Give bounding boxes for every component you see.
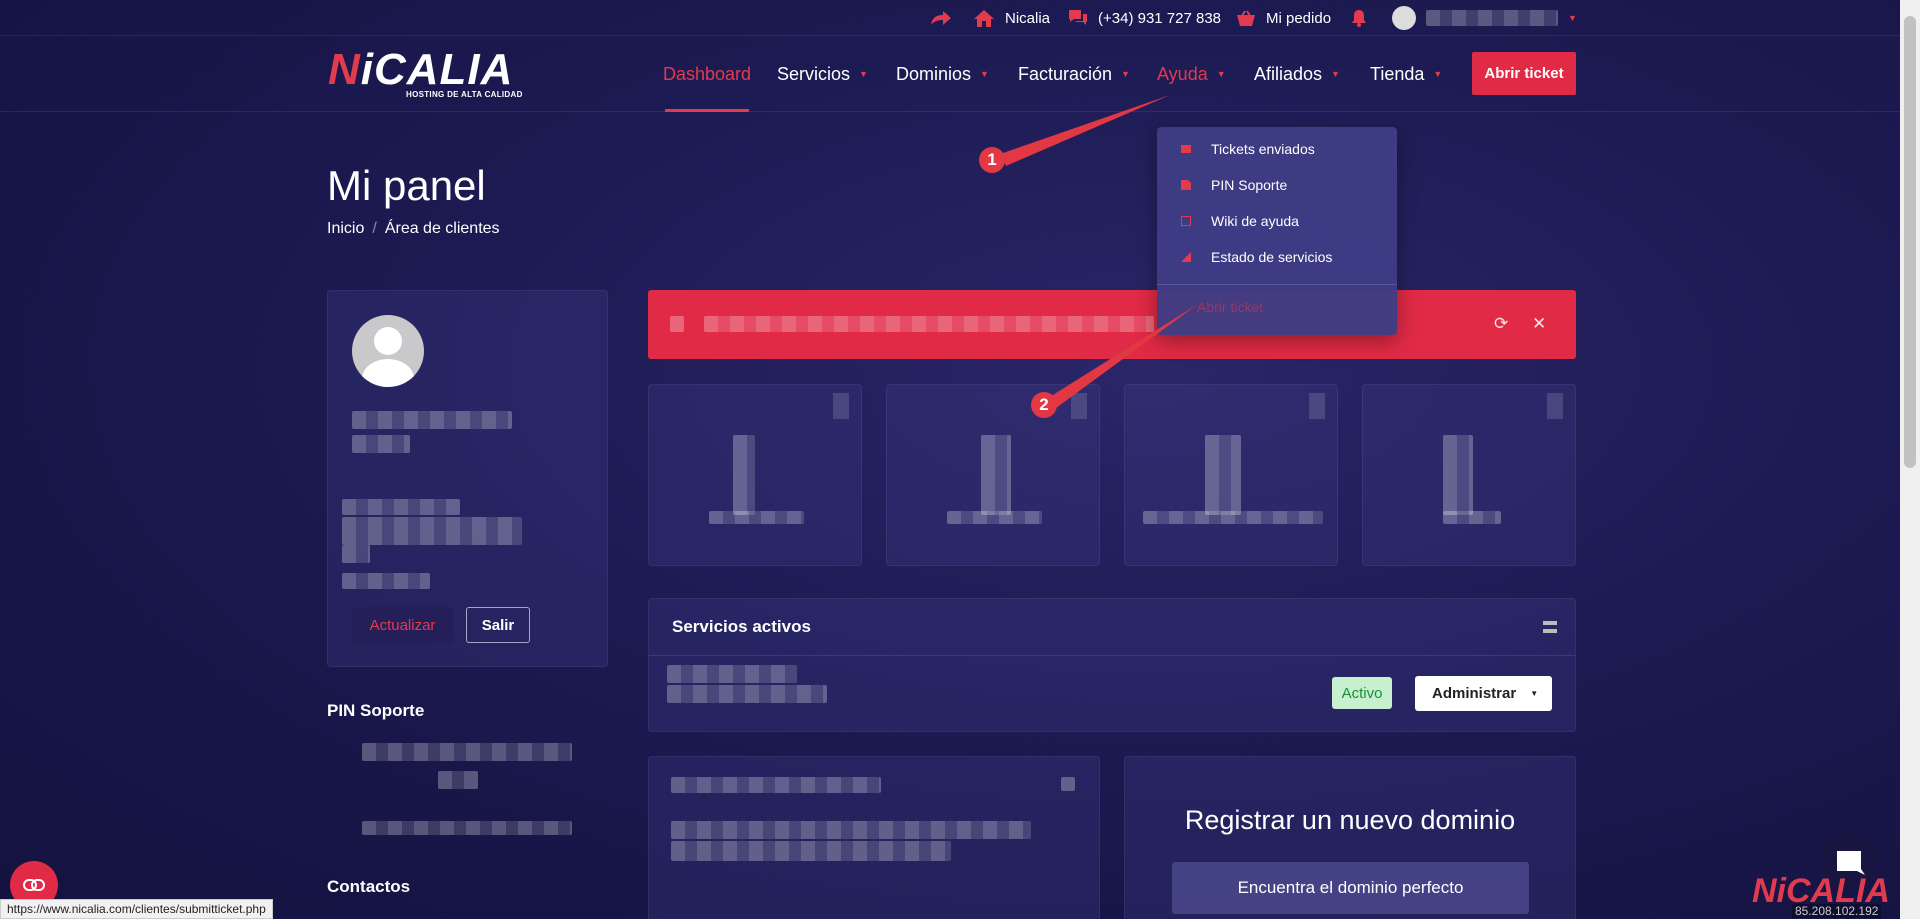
annotation-arrow-2 xyxy=(1048,304,1198,408)
annotation-marker-1: 1 xyxy=(979,147,1005,173)
annotation-arrows xyxy=(1000,95,1198,408)
ip-address: 85.208.102.192 xyxy=(1792,904,1882,918)
scrollbar-thumb[interactable] xyxy=(1904,16,1916,468)
annotation-arrow-1 xyxy=(1000,95,1170,166)
browser-status-url: https://www.nicalia.com/clientes/submitt… xyxy=(0,899,273,919)
annotation-marker-2: 2 xyxy=(1031,392,1057,418)
page-scrollbar[interactable] xyxy=(1900,0,1920,919)
